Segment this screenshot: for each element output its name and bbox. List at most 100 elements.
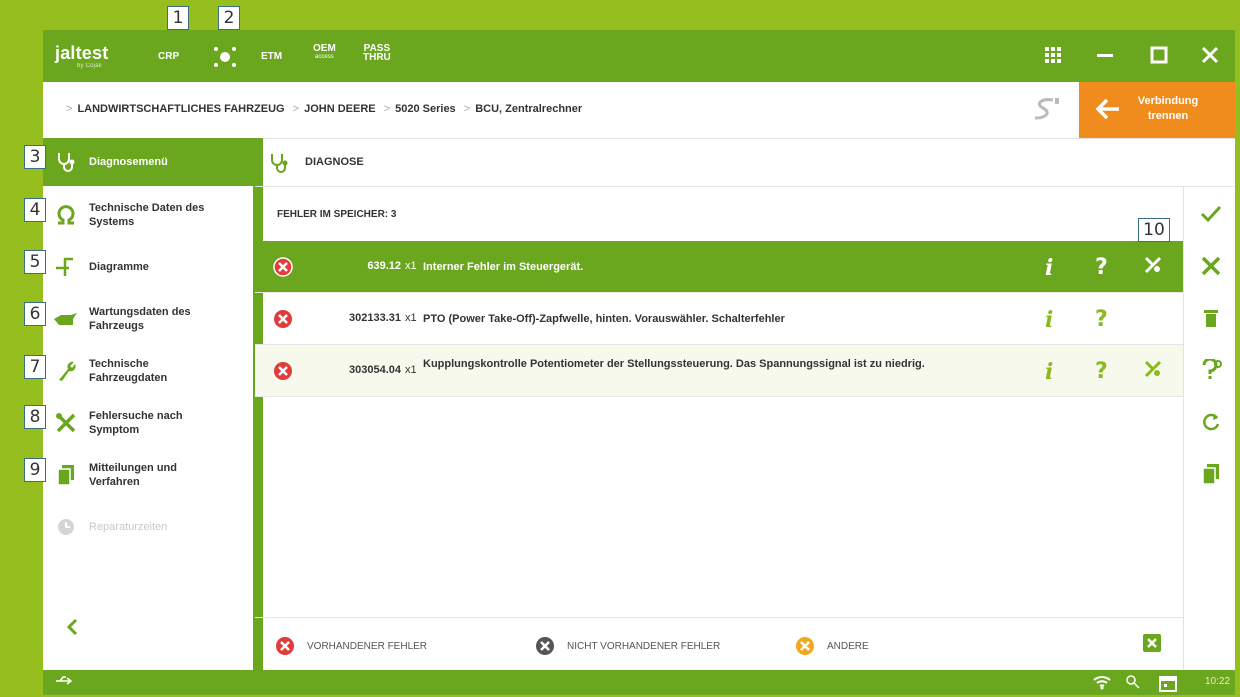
network-dots-icon[interactable]: [213, 46, 237, 68]
info-icon[interactable]: i: [1045, 359, 1053, 385]
error-description: PTO (Power Take-Off)-Zapfwelle, hinten. …: [423, 313, 785, 325]
documents-icon: [43, 464, 89, 486]
tools-icon: [43, 412, 89, 434]
clock-gear-icon: [43, 517, 89, 537]
callout-9: 9: [24, 458, 46, 482]
calendar-icon[interactable]: [1159, 674, 1177, 697]
legend: VORHANDENER FEHLER NICHT VORHANDENER FEH…: [255, 617, 1183, 671]
sidebar-item-fehlersuche[interactable]: Fehlersuche nach Symptom: [43, 400, 253, 446]
callout-7: 7: [24, 355, 46, 379]
error-count-value: x1: [405, 364, 417, 376]
callout-3: 3: [24, 145, 46, 169]
thru-label: THRU: [363, 52, 391, 63]
error-count-value: x1: [405, 312, 417, 324]
stethoscope-icon: [269, 152, 289, 179]
error-code: 639.12: [367, 260, 401, 272]
error-table: 639.12 x1 Interner Fehler im Steuergerät…: [255, 241, 1183, 397]
error-list-panel: FEHLER IM SPEICHER: 3 639.12 x1 Interner…: [255, 187, 1183, 670]
error-code: 303054.04: [349, 364, 401, 376]
error-present-icon: [273, 309, 293, 334]
disconnect-label-line1: Verbindung: [1137, 95, 1199, 107]
error-description: Interner Fehler im Steuergerät.: [423, 261, 584, 273]
sidebar-item-label: Diagramme: [89, 261, 149, 273]
app-window: jaltest by Cojali CRP ETM OEM access PAS…: [43, 30, 1235, 695]
title-bar: jaltest by Cojali CRP ETM OEM access PAS…: [43, 30, 1235, 82]
error-present-icon: [273, 361, 293, 386]
sidebar: Diagnosemenü Technische Daten des System…: [43, 138, 263, 670]
callout-5: 5: [24, 250, 46, 274]
info-icon[interactable]: i: [1045, 307, 1053, 333]
check-icon[interactable]: [1198, 201, 1224, 227]
diagram-icon: [43, 256, 89, 278]
sidebar-item-mitteilungen[interactable]: Mitteilungen und Verfahren: [43, 452, 253, 498]
oem-sublabel: access: [315, 54, 334, 60]
breadcrumb-item[interactable]: JOHN DEERE: [304, 103, 376, 115]
wifi-icon: [1093, 674, 1111, 695]
callout-1: 1: [167, 6, 189, 30]
disconnect-button[interactable]: Verbindung trennen: [1079, 82, 1235, 138]
sidebar-item-label: Fehlersuche nach Symptom: [89, 410, 183, 436]
crp-button[interactable]: CRP: [158, 52, 179, 62]
callout-8: 8: [24, 405, 46, 429]
arrow-left-icon: [1093, 94, 1123, 129]
sidebar-item-label: Technische Daten des Systems: [89, 202, 205, 228]
error-count-value: x1: [405, 260, 417, 272]
legend-present-label: VORHANDENER FEHLER: [307, 640, 428, 652]
help-icon[interactable]: ?: [1095, 255, 1108, 280]
sidebar-item-label: Diagnosemenü: [89, 156, 168, 168]
troubleshoot-tools-icon[interactable]: [1143, 255, 1163, 281]
error-row[interactable]: 303054.04 x1 Kupplungskontrolle Potentio…: [255, 345, 1183, 397]
diagnose-header: DIAGNOSE: [255, 138, 1235, 187]
sidebar-item-label: Wartungsdaten des Fahrzeugs: [89, 306, 191, 332]
legend-other-label: ANDERE: [827, 640, 869, 652]
help-search-icon[interactable]: [1198, 357, 1224, 383]
action-sidebar: [1183, 187, 1236, 670]
sidebar-item-diagramme[interactable]: Diagramme: [43, 244, 253, 290]
error-row[interactable]: 302133.31 x1 PTO (Power Take-Off)-Zapfwe…: [255, 293, 1183, 345]
error-description: Kupplungskontrolle Potentiometer der Ste…: [423, 358, 925, 370]
help-icon[interactable]: ?: [1095, 359, 1108, 384]
clear-x-icon[interactable]: [1198, 253, 1224, 279]
maximize-icon[interactable]: [1148, 44, 1170, 66]
wrench-icon: [43, 360, 89, 382]
troubleshoot-tools-icon[interactable]: [1143, 359, 1163, 385]
sidebar-item-wartungsdaten[interactable]: Wartungsdaten des Fahrzeugs: [43, 296, 253, 342]
breadcrumb-item[interactable]: LANDWIRTSCHAFTLICHES FAHRZEUG: [77, 103, 284, 115]
documents-icon[interactable]: [1198, 461, 1224, 487]
refresh-icon[interactable]: [1198, 409, 1224, 435]
collapse-chevron-icon[interactable]: [65, 618, 79, 641]
usb-icon: [55, 675, 73, 690]
main-panel: DIAGNOSE FEHLER IM SPEICHER: 3 639.12 x1…: [255, 138, 1235, 670]
callout-2: 2: [218, 6, 240, 30]
apps-grid-icon[interactable]: [1042, 44, 1064, 66]
page-title: DIAGNOSE: [305, 156, 364, 168]
sidebar-item-label: Technische Fahrzeugdaten: [89, 358, 168, 384]
breadcrumb-item[interactable]: 5020 Series: [395, 103, 456, 115]
export-excel-icon[interactable]: [1143, 634, 1161, 657]
oem-access-button[interactable]: OEM access: [313, 44, 336, 62]
disconnect-label-line2: trennen: [1147, 110, 1189, 122]
sidebar-item-diagnosemenu[interactable]: Diagnosemenü: [43, 138, 253, 186]
minimize-icon[interactable]: [1094, 44, 1116, 66]
error-code: 302133.31: [349, 312, 401, 324]
clock: 10:22: [1205, 676, 1231, 687]
legend-not-present: NICHT VORHANDENER FEHLER: [535, 636, 720, 656]
error-present-icon: [273, 257, 293, 282]
legend-other: ANDERE: [795, 636, 869, 656]
close-icon[interactable]: [1199, 44, 1221, 66]
pass-thru-button[interactable]: PASS THRU: [363, 44, 391, 63]
error-not-present-icon: [536, 637, 554, 655]
sidebar-item-label: Mitteilungen und Verfahren: [89, 462, 177, 488]
info-icon[interactable]: i: [1045, 255, 1053, 281]
legend-present: VORHANDENER FEHLER: [275, 636, 427, 656]
status-bar: 10:22: [43, 670, 1235, 695]
sidebar-item-fahrzeugdaten[interactable]: Technische Fahrzeugdaten: [43, 348, 253, 394]
etm-button[interactable]: ETM: [261, 52, 282, 62]
omega-icon: [43, 204, 89, 226]
help-icon[interactable]: ?: [1095, 307, 1108, 332]
breadcrumb-item[interactable]: BCU, Zentralrechner: [475, 103, 582, 115]
delete-trash-icon[interactable]: [1198, 305, 1224, 331]
error-row[interactable]: 639.12 x1 Interner Fehler im Steuergerät…: [255, 241, 1183, 293]
sidebar-item-systemdaten[interactable]: Technische Daten des Systems: [43, 192, 253, 238]
callout-10: 10: [1138, 218, 1170, 242]
